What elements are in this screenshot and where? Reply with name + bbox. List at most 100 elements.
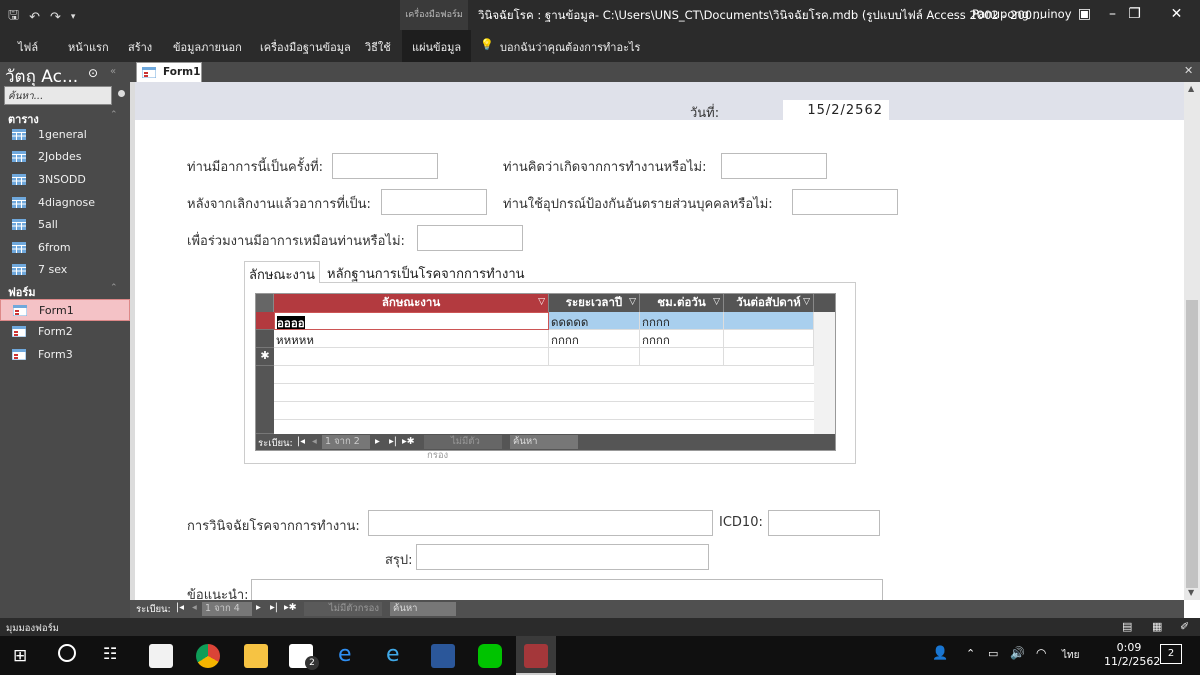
cell-hours-row1[interactable]: กกกก bbox=[640, 312, 724, 330]
new-record-icon[interactable]: ▸✱ bbox=[284, 602, 297, 613]
scroll-thumb[interactable] bbox=[1186, 300, 1198, 588]
nav-table-6from[interactable]: 6from bbox=[0, 237, 130, 259]
shutter-bar-icon[interactable]: « bbox=[110, 66, 116, 77]
nav-form-form3[interactable]: Form3 bbox=[0, 344, 130, 366]
cell-new-row[interactable] bbox=[549, 348, 640, 366]
search-icon[interactable] bbox=[118, 90, 125, 97]
volume-icon[interactable]: 🔊 bbox=[1010, 646, 1025, 660]
prev-record-icon[interactable]: ◂ bbox=[192, 602, 197, 613]
main-search-field[interactable]: ค้นหา bbox=[390, 602, 456, 616]
row-selector[interactable] bbox=[256, 330, 274, 348]
collapse-group-icon[interactable]: ⌃ bbox=[110, 110, 118, 120]
select-all-corner[interactable] bbox=[256, 294, 274, 312]
nav-table-3nsodd[interactable]: 3NSODD bbox=[0, 169, 130, 191]
doc-tab-form1[interactable]: Form1 bbox=[136, 62, 202, 82]
coworker-symptom-field[interactable] bbox=[417, 225, 523, 251]
column-header-days-per-week[interactable]: วันต่อสัปดาห์ ▽ bbox=[724, 294, 814, 312]
line-icon[interactable] bbox=[478, 644, 502, 668]
people-icon[interactable]: 👤 bbox=[932, 646, 948, 661]
row-selector-current[interactable] bbox=[256, 312, 274, 330]
undo-icon[interactable]: ↶ bbox=[29, 10, 40, 25]
cell-years-row1[interactable]: ดดดดด bbox=[549, 312, 640, 330]
cell-days-row2[interactable] bbox=[724, 330, 814, 348]
prev-record-icon[interactable]: ◂ bbox=[312, 436, 317, 447]
cell-new-row[interactable] bbox=[724, 348, 814, 366]
collapse-group-icon[interactable]: ⌃ bbox=[110, 283, 118, 293]
cell-job-row1[interactable]: ออออ bbox=[274, 312, 549, 330]
summary-field[interactable] bbox=[416, 544, 709, 570]
column-filter-icon[interactable]: ▽ bbox=[803, 294, 810, 311]
word-icon[interactable] bbox=[431, 644, 455, 668]
column-filter-icon[interactable]: ▽ bbox=[629, 294, 636, 311]
column-header-hours-per-day[interactable]: ชม.ต่อวัน ▽ bbox=[640, 294, 724, 312]
icd10-field[interactable] bbox=[768, 510, 880, 536]
customize-qat-icon[interactable]: ▾ bbox=[71, 12, 76, 22]
ppe-use-field[interactable] bbox=[792, 189, 898, 215]
save-icon[interactable]: 🖫 bbox=[8, 6, 19, 28]
cell-years-row2[interactable]: กกกก bbox=[549, 330, 640, 348]
tab-database-tools[interactable]: เครื่องมือฐานข้อมูล bbox=[260, 38, 351, 56]
user-name[interactable]: Panupong nuinoy bbox=[972, 7, 1072, 21]
next-record-icon[interactable]: ▸ bbox=[375, 436, 380, 447]
cell-new-row[interactable] bbox=[640, 348, 724, 366]
wifi-icon[interactable]: ◠ bbox=[1036, 646, 1046, 660]
nav-search-input[interactable]: ค้นหา... bbox=[4, 86, 112, 105]
nav-table-4diagnose[interactable]: 4diagnose bbox=[0, 192, 130, 214]
store-icon[interactable] bbox=[149, 644, 173, 668]
cell-job-row2[interactable]: หหหหห bbox=[274, 330, 549, 348]
nav-table-5all[interactable]: 5all bbox=[0, 214, 130, 236]
nav-form-form2[interactable]: Form2 bbox=[0, 321, 130, 343]
tab-datasheet[interactable]: แผ่นข้อมูล bbox=[402, 30, 472, 62]
next-record-icon[interactable]: ▸ bbox=[256, 602, 261, 613]
nav-table-2jobdes[interactable]: 2Jobdes bbox=[0, 146, 130, 168]
internet-explorer-icon[interactable]: e bbox=[386, 642, 400, 667]
record-position-field[interactable]: 1 จาก 2 bbox=[322, 435, 370, 449]
subform-search-field[interactable]: ค้นหา bbox=[510, 435, 578, 449]
no-filter-indicator[interactable]: ไม่มีตัวกรอง bbox=[304, 602, 382, 616]
new-record-icon[interactable]: ▸✱ bbox=[402, 436, 415, 447]
column-header-years[interactable]: ระยะเวลาปี ▽ bbox=[549, 294, 640, 312]
file-explorer-icon[interactable] bbox=[244, 644, 268, 668]
cell-hours-row2[interactable]: กกกก bbox=[640, 330, 724, 348]
cortana-search-icon[interactable] bbox=[58, 644, 76, 662]
tab-external-data[interactable]: ข้อมูลภายนอก bbox=[173, 38, 242, 56]
after-work-symptom-field[interactable] bbox=[381, 189, 487, 215]
record-position-field[interactable]: 1 จาก 4 bbox=[202, 602, 252, 616]
last-record-icon[interactable]: ▸| bbox=[389, 436, 397, 447]
nav-menu-chevron-icon[interactable]: ⊙ bbox=[88, 66, 98, 80]
layout-view-icon[interactable]: ▦ bbox=[1152, 620, 1162, 633]
cell-days-row1[interactable] bbox=[724, 312, 814, 330]
tell-me-box[interactable]: บอกฉันว่าคุณต้องการทำอะไร bbox=[500, 38, 640, 56]
scroll-up-icon[interactable]: ▲ bbox=[1188, 84, 1194, 93]
tab-occupational-evidence[interactable]: หลักฐานการเป็นโรคจากการทำงาน bbox=[323, 261, 529, 283]
access-icon[interactable] bbox=[524, 644, 548, 668]
nav-form-form1[interactable]: Form1 bbox=[0, 299, 130, 321]
scroll-down-icon[interactable]: ▼ bbox=[1188, 588, 1194, 597]
nav-table-7sex[interactable]: 7 sex bbox=[0, 259, 130, 281]
restore-button[interactable]: ❐ bbox=[1112, 0, 1157, 30]
column-filter-icon[interactable]: ▽ bbox=[713, 294, 720, 311]
tab-home[interactable]: หน้าแรก bbox=[68, 38, 109, 56]
tab-help[interactable]: วิธีใช้ bbox=[365, 38, 391, 56]
advice-field[interactable] bbox=[251, 579, 883, 601]
windows-start-icon[interactable]: ⊞ bbox=[13, 646, 27, 666]
tab-file[interactable]: ไฟล์ bbox=[18, 38, 38, 56]
new-row-selector[interactable]: ✱ bbox=[256, 348, 274, 366]
form-view-icon[interactable]: ▤ bbox=[1122, 620, 1132, 633]
redo-icon[interactable]: ↷ bbox=[50, 10, 61, 25]
record-selector-band[interactable] bbox=[130, 82, 135, 600]
edge-icon[interactable]: e bbox=[338, 642, 352, 667]
diagnosis-field[interactable] bbox=[368, 510, 713, 536]
tab-create[interactable]: สร้าง bbox=[128, 38, 152, 56]
column-header-job[interactable]: ลักษณะงาน ▽ bbox=[274, 294, 549, 312]
work-related-field[interactable] bbox=[721, 153, 827, 179]
cell-new-row[interactable] bbox=[274, 348, 549, 366]
first-record-icon[interactable]: |◂ bbox=[176, 602, 184, 613]
close-doc-icon[interactable]: ✕ bbox=[1184, 64, 1193, 77]
episode-count-field[interactable] bbox=[332, 153, 438, 179]
design-view-icon[interactable]: ✐ bbox=[1180, 620, 1189, 633]
close-button[interactable]: ✕ bbox=[1154, 0, 1199, 30]
nav-table-1general[interactable]: 1general bbox=[0, 124, 130, 146]
input-language[interactable]: ไทย bbox=[1062, 648, 1079, 663]
task-view-icon[interactable]: ☷ bbox=[103, 644, 117, 663]
